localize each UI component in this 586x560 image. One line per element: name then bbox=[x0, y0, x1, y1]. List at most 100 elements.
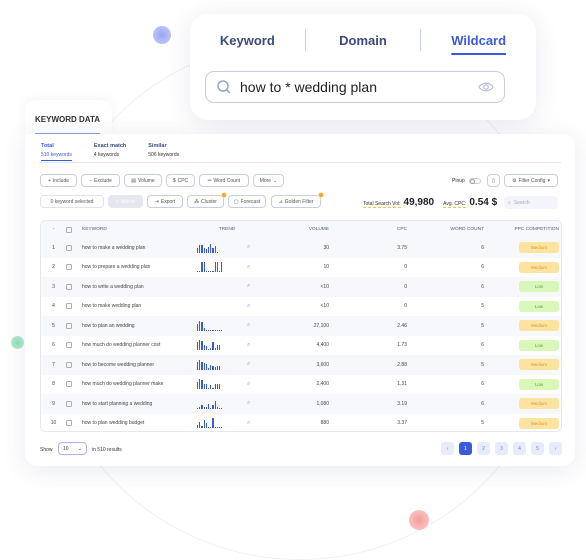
select-all-checkbox[interactable] bbox=[66, 226, 72, 233]
tab-wildcard[interactable]: Wildcard bbox=[421, 33, 536, 48]
search-icon[interactable]: ⌕ bbox=[247, 420, 257, 427]
table-row[interactable]: 5 how to plan an wedding ⌕ 27,100 2.46 5… bbox=[41, 316, 561, 336]
page-button-2[interactable]: 2 bbox=[477, 442, 490, 455]
search-input[interactable]: how to * wedding plan bbox=[205, 71, 505, 103]
subtab-similar[interactable]: Similar 506 keywords bbox=[148, 143, 179, 161]
page-button-1[interactable]: 1 bbox=[459, 442, 472, 455]
table-row[interactable]: 6 how much do wedding planner cost ⌕ 4,4… bbox=[41, 336, 561, 356]
layout-icon[interactable]: ▯ bbox=[487, 174, 500, 187]
page-button-4[interactable]: 4 bbox=[513, 442, 526, 455]
search-icon[interactable]: ⌕ bbox=[247, 244, 257, 251]
row-checkbox[interactable] bbox=[66, 283, 72, 290]
search-icon[interactable]: ⌕ bbox=[247, 381, 257, 388]
search-icon[interactable]: ⌕ bbox=[247, 361, 257, 368]
export-button[interactable]: ⇥ Export bbox=[147, 195, 183, 208]
trend-bar bbox=[201, 380, 203, 390]
ppc-badge: Medium bbox=[519, 320, 559, 332]
col-volume[interactable]: VOLUME bbox=[257, 227, 329, 232]
row-checkbox[interactable] bbox=[66, 342, 72, 349]
search-icon[interactable]: ⌕ bbox=[247, 342, 257, 349]
exclude-button[interactable]: − Exclude bbox=[81, 174, 120, 187]
add-to-button[interactable]: + Add to bbox=[108, 195, 143, 208]
row-checkbox[interactable] bbox=[66, 264, 72, 271]
trend-chart bbox=[197, 243, 247, 253]
page-button-3[interactable]: 3 bbox=[495, 442, 508, 455]
table-row[interactable]: 7 how to become wedding planner ⌕ 3,600 … bbox=[41, 355, 561, 375]
table-row[interactable]: 4 how to make wedding plan ⌕ <10 0 5 Low bbox=[41, 297, 561, 317]
row-checkbox[interactable] bbox=[66, 420, 72, 427]
tab-domain[interactable]: Domain bbox=[306, 33, 421, 48]
trend-bar bbox=[203, 362, 205, 370]
trend-bar bbox=[216, 384, 218, 390]
search-icon[interactable]: ⌕ bbox=[247, 264, 257, 271]
table-row[interactable]: 3 how to write a wedding plan ⌕ <10 0 6 … bbox=[41, 277, 561, 297]
word-count: 6 bbox=[481, 264, 484, 271]
cpc-button[interactable]: $ CPC bbox=[166, 174, 195, 187]
row-checkbox[interactable] bbox=[66, 381, 72, 388]
badge-dot bbox=[318, 192, 324, 198]
table-row[interactable]: 9 how to start planning a wedding ⌕ 1,08… bbox=[41, 394, 561, 414]
cluster-button[interactable]: ⁂ Cluster bbox=[187, 192, 227, 208]
trend-bar bbox=[199, 379, 201, 390]
include-button[interactable]: + Include bbox=[40, 174, 77, 187]
word-count-button[interactable]: ═ Word Count bbox=[199, 174, 249, 187]
search-icon[interactable]: ⌕ bbox=[247, 400, 257, 407]
trend-bar bbox=[201, 262, 203, 273]
table-row[interactable]: 1 how to make a wedding plan ⌕ 30 3.75 6… bbox=[41, 238, 561, 258]
tab-keyword[interactable]: Keyword bbox=[190, 33, 305, 48]
col-cpc[interactable]: CPC bbox=[329, 227, 407, 232]
volume-button[interactable]: ▤ Volume bbox=[124, 174, 162, 187]
table-row[interactable]: 2 how to prepare a wedding plan ⌕ 10 0 6… bbox=[41, 258, 561, 278]
table-row[interactable]: 8 how much do wedding planner make ⌕ 2,4… bbox=[41, 375, 561, 395]
search-icon[interactable]: ⌕ bbox=[247, 322, 257, 329]
forecast-button[interactable]: ▢ Forecast bbox=[228, 195, 266, 208]
col-trend[interactable]: TREND bbox=[197, 227, 257, 232]
avg-cpc-label: Avg. CPC: bbox=[443, 201, 467, 208]
volume: <10 bbox=[320, 283, 329, 290]
trend-bar bbox=[210, 329, 212, 331]
row-checkbox[interactable] bbox=[66, 322, 72, 329]
cpc: 3.37 bbox=[397, 420, 407, 427]
trend-bar bbox=[205, 271, 207, 273]
page-size-select[interactable]: 10 ⌄ bbox=[58, 442, 87, 455]
trend-bar bbox=[218, 329, 221, 331]
search-icon[interactable]: ⌕ bbox=[247, 303, 257, 310]
more-button[interactable]: More ⌄ bbox=[253, 174, 284, 187]
trend-bar bbox=[214, 400, 216, 409]
eye-icon[interactable] bbox=[478, 81, 494, 93]
table-search-input[interactable]: ⌕ Search bbox=[504, 196, 558, 209]
row-checkbox[interactable] bbox=[66, 244, 72, 251]
trend-bar bbox=[199, 422, 201, 429]
page-button-5[interactable]: 5 bbox=[531, 442, 544, 455]
prev-page-button[interactable]: ‹ bbox=[441, 442, 454, 455]
keyword: how to become wedding planner bbox=[82, 361, 154, 368]
cpc: 2.46 bbox=[397, 322, 407, 329]
cpc: 1.73 bbox=[397, 342, 407, 349]
trend-bar bbox=[210, 243, 212, 253]
trend-bar bbox=[197, 247, 199, 253]
trend-bar bbox=[205, 346, 207, 351]
trend-bar bbox=[214, 348, 216, 351]
col-keyword[interactable]: KEYWORD bbox=[82, 227, 197, 232]
row-checkbox[interactable] bbox=[66, 400, 72, 407]
trend-bar bbox=[214, 427, 216, 429]
next-page-button[interactable]: › bbox=[549, 442, 562, 455]
search-icon[interactable]: ⌕ bbox=[247, 283, 257, 290]
trend-bar bbox=[199, 244, 201, 253]
row-checkbox[interactable] bbox=[66, 361, 72, 368]
golden-filter-button[interactable]: ⊿ Golden Filter bbox=[271, 192, 324, 208]
row-checkbox[interactable] bbox=[66, 303, 72, 310]
subtab-exact-match[interactable]: Exact match 4 keywords bbox=[94, 143, 126, 161]
subtab-total[interactable]: Total 510 keywords bbox=[41, 143, 72, 161]
col-ppc-competition[interactable]: PPC COMPETITION bbox=[484, 227, 559, 232]
table-row[interactable]: 10 how to plan wedding budget ⌕ 880 3.37… bbox=[41, 414, 561, 432]
trend-bar bbox=[197, 382, 199, 390]
decor-dot bbox=[409, 510, 429, 530]
col-word-count[interactable]: WORD COUNT bbox=[407, 227, 484, 232]
pinup-toggle[interactable] bbox=[469, 178, 481, 184]
volume: 1,080 bbox=[316, 400, 329, 407]
filter-config-button[interactable]: ⚙ Filter Config ▾ bbox=[504, 174, 558, 187]
keyword: how to start planning a wedding bbox=[82, 400, 153, 407]
word-count: 6 bbox=[481, 342, 484, 349]
sort-icon[interactable]: ◦ bbox=[41, 227, 66, 232]
